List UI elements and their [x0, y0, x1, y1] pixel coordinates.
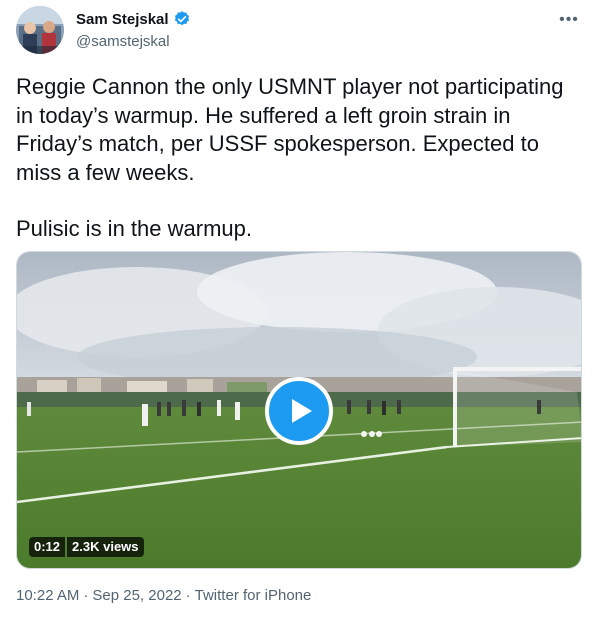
tweet-source[interactable]: Twitter for iPhone: [195, 587, 312, 604]
tweet-date[interactable]: Sep 25, 2022: [92, 587, 181, 604]
meta-separator: ·: [185, 587, 191, 604]
verified-badge-icon: [173, 10, 191, 28]
author-name-row: Sam Stejskal: [76, 10, 191, 28]
video-player[interactable]: 0:12 2.3K views: [16, 251, 582, 569]
play-icon: [291, 399, 312, 423]
tweet: Sam Stejskal @samstejskal ••• Reggie Can…: [0, 0, 597, 631]
tweet-text-paragraph: Pulisic is in the warmup.: [16, 216, 252, 241]
more-options-icon[interactable]: •••: [557, 8, 581, 32]
play-button[interactable]: [265, 377, 333, 445]
tweet-text: Reggie Cannon the only USMNT player not …: [16, 73, 586, 244]
author-handle[interactable]: @samstejskal: [76, 33, 170, 50]
tweet-text-paragraph: Reggie Cannon the only USMNT player not …: [16, 74, 564, 185]
tweet-time[interactable]: 10:22 AM: [16, 587, 79, 604]
avatar[interactable]: [16, 6, 64, 54]
video-duration-badge: 0:12: [29, 537, 66, 557]
meta-separator: ·: [83, 587, 89, 604]
author-display-name[interactable]: Sam Stejskal: [76, 11, 169, 28]
tweet-meta: 10:22 AM · Sep 25, 2022 · Twitter for iP…: [16, 587, 311, 604]
video-views-badge: 2.3K views: [67, 537, 144, 557]
video-badges: 0:12 2.3K views: [29, 537, 144, 557]
